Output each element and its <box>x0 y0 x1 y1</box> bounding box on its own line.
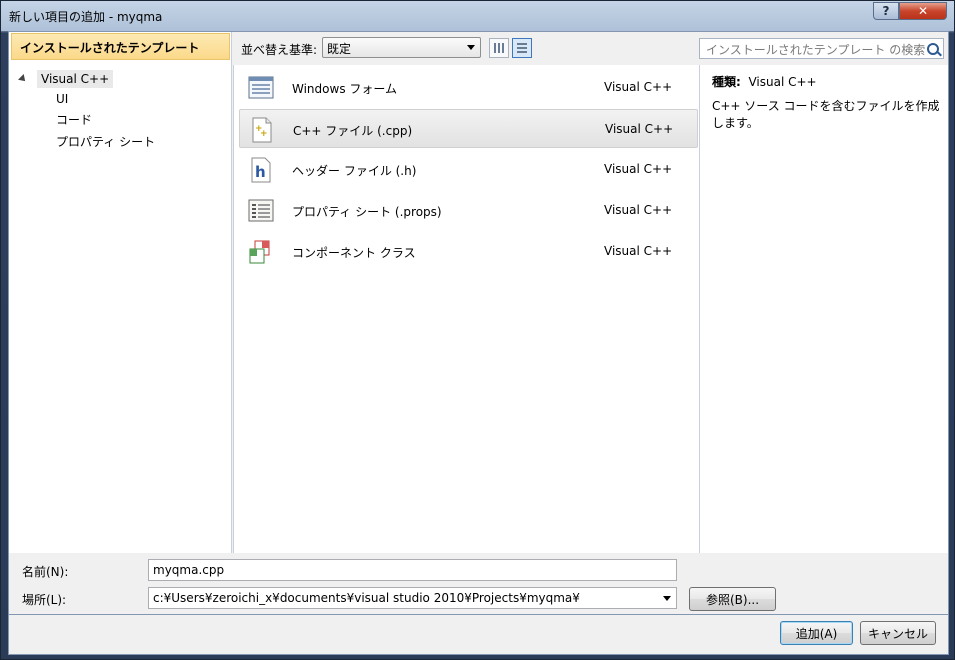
template-name: C++ ファイル (.cpp) <box>293 124 413 138</box>
svg-text:+: + <box>260 129 268 139</box>
template-language: Visual C++ <box>604 80 673 94</box>
dialog-client: インストールされたテンプレート Visual C++ UI コード プロパティ … <box>8 31 949 615</box>
windows-form-icon <box>248 76 274 99</box>
svg-text:h: h <box>255 163 266 181</box>
description-panel: 種類: Visual C++ C++ ソース コードを含むファイルを作成します。 <box>700 65 948 553</box>
template-language: Visual C++ <box>604 162 673 176</box>
template-row-windows-form[interactable]: Windows フォーム Visual C++ <box>239 68 698 107</box>
dialog-footer: 追加(A) キャンセル <box>8 615 949 655</box>
template-row-property-sheet[interactable]: プロパティ シート (.props) Visual C++ <box>239 191 698 230</box>
list-view-button[interactable] <box>512 38 532 58</box>
tree-item-ui[interactable]: UI <box>56 89 68 109</box>
template-row-component-class[interactable]: コンポーネント クラス Visual C++ <box>239 232 698 271</box>
name-input[interactable]: myqma.cpp <box>148 559 677 581</box>
template-language: Visual C++ <box>604 203 673 217</box>
location-value: c:¥Users¥zeroichi_x¥documents¥visual stu… <box>153 591 580 605</box>
sort-dropdown[interactable]: 既定 <box>322 37 481 58</box>
property-sheet-icon <box>248 199 274 222</box>
component-class-icon <box>249 240 270 264</box>
template-tree-panel: インストールされたテンプレート Visual C++ UI コード プロパティ … <box>9 32 232 553</box>
template-row-cpp-file[interactable]: + + C++ ファイル (.cpp) Visual C++ <box>239 109 698 148</box>
sort-label: 並べ替え基準: <box>241 43 318 57</box>
header-file-icon: h <box>251 157 271 183</box>
title-bar[interactable]: 新しい項目の追加 - myqma ? ✕ <box>1 1 954 31</box>
tree-item-property-sheet[interactable]: プロパティ シート <box>56 132 155 152</box>
template-name: ヘッダー ファイル (.h) <box>292 164 417 178</box>
description-text: C++ ソース コードを含むファイルを作成します。 <box>712 99 940 130</box>
add-button[interactable]: 追加(A) <box>780 621 853 645</box>
type-label: 種類: <box>712 75 741 89</box>
template-row-header-file[interactable]: h ヘッダー ファイル (.h) Visual C++ <box>239 150 698 189</box>
template-name: コンポーネント クラス <box>292 246 416 260</box>
help-button[interactable]: ? <box>873 2 899 20</box>
small-icons-view-button[interactable] <box>489 38 509 58</box>
tree-item-code[interactable]: コード <box>56 110 92 130</box>
dialog-window: 新しい項目の追加 - myqma ? ✕ インストールされたテンプレート Vis… <box>0 0 955 660</box>
name-label: 名前(N): <box>22 565 69 579</box>
template-language: Visual C++ <box>604 244 673 258</box>
template-search-input[interactable]: インストールされたテンプレート の検索 <box>699 38 944 59</box>
close-button[interactable]: ✕ <box>899 2 947 20</box>
sort-dropdown-value: 既定 <box>327 42 352 56</box>
cpp-file-icon: + + <box>252 117 272 143</box>
cancel-button[interactable]: キャンセル <box>860 621 936 645</box>
window-title: 新しい項目の追加 - myqma <box>9 10 163 24</box>
chevron-down-icon <box>467 45 475 50</box>
chevron-down-icon[interactable] <box>663 596 671 601</box>
template-list: Windows フォーム Visual C++ + + C++ ファイル (.c… <box>233 65 700 553</box>
search-placeholder: インストールされたテンプレート の検索 <box>706 43 926 57</box>
browse-button[interactable]: 参照(B)... <box>689 587 776 611</box>
sort-toolbar: 並べ替え基準: 既定 インストールされたテンプレート の検索 <box>233 32 948 64</box>
tree-item-label: Visual C++ <box>37 70 114 88</box>
location-label: 場所(L): <box>22 593 67 607</box>
description-type: 種類: Visual C++ <box>712 73 817 90</box>
location-combobox[interactable]: c:¥Users¥zeroichi_x¥documents¥visual stu… <box>148 587 677 609</box>
template-language: Visual C++ <box>605 122 674 136</box>
type-value: Visual C++ <box>748 75 817 89</box>
template-name: Windows フォーム <box>292 82 398 96</box>
search-icon[interactable] <box>927 43 939 55</box>
tree-item-visual-cpp[interactable]: Visual C++ <box>18 69 114 89</box>
installed-templates-header[interactable]: インストールされたテンプレート <box>11 33 230 60</box>
expand-arrow-icon[interactable] <box>18 74 28 84</box>
template-name: プロパティ シート (.props) <box>292 205 442 219</box>
